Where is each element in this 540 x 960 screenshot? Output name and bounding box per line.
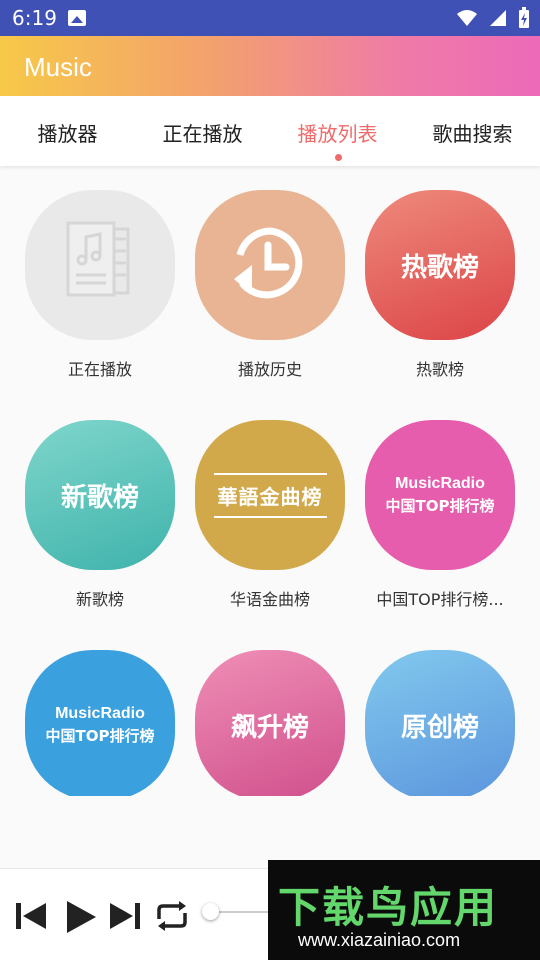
hot-chart-badge: 热歌榜 [365,190,515,340]
active-tab-indicator [335,154,342,161]
badge-text: 新歌榜 [60,482,139,513]
history-icon [195,190,345,340]
app-title: Music [24,52,92,82]
signal-icon [490,10,506,26]
music-radio-badge: MusicRadio 中国TOP排行榜 [365,420,515,570]
playlist-label: 正在播放 [67,360,132,379]
status-bar: 6:19 [0,0,540,36]
playlist-card-history[interactable]: 播放历史 [185,190,355,380]
watermark-title: 下载鸟应用 [278,883,499,932]
tab-bar: 播放器 正在播放 播放列表 歌曲搜索 [0,96,540,166]
music-doc-icon [25,190,175,340]
playlist-label: 华语金曲榜 [229,590,310,609]
badge-text: 飙升榜 [230,712,309,743]
previous-icon[interactable] [14,899,48,933]
play-icon[interactable] [64,899,98,935]
app-bar: Music [0,36,540,96]
repeat-icon[interactable] [154,899,190,933]
playlist-card-new[interactable]: 新歌榜 新歌榜 [15,420,185,610]
tab-song-search[interactable]: 歌曲搜索 [405,118,540,147]
tab-now-playing[interactable]: 正在播放 [135,118,270,147]
playlist-card-now-playing[interactable]: 正在播放 [15,190,185,380]
playlist-card-hot[interactable]: 热歌榜 热歌榜 [355,190,525,380]
wifi-icon [457,10,477,26]
badge-line2: 中国TOP排行榜 [385,496,495,515]
tab-playlist[interactable]: 播放列表 [270,118,405,147]
original-chart-badge: 原创榜 [365,650,515,796]
playlist-label: 中国TOP排行榜... [376,590,504,609]
playlist-card-chinese-gold[interactable]: 華語金曲榜 华语金曲榜 [185,420,355,610]
badge-line1: MusicRadio [395,474,485,492]
badge-line1: MusicRadio [55,704,145,722]
playlist-label: 热歌榜 [415,360,464,379]
playlist-label: 新歌榜 [75,590,124,609]
playlist-grid: 正在播放 播放历史 热歌榜 热歌榜 新歌榜 新歌榜 華語金曲榜 华语金曲榜 Mu… [0,166,540,796]
watermark-url: www.xiazainiao.com [298,930,461,950]
playlist-card-original[interactable]: 原创榜 [355,650,525,796]
badge-text: 華語金曲榜 [213,472,327,518]
playlist-card-music-radio[interactable]: MusicRadio 中国TOP排行榜 [15,650,185,796]
battery-icon [519,7,529,28]
next-icon[interactable] [108,899,142,933]
status-icons [456,7,530,29]
rising-chart-badge: 飙升榜 [195,650,345,796]
music-radio-badge: MusicRadio 中国TOP排行榜 [25,650,175,796]
badge-text: 原创榜 [400,712,479,743]
tab-player[interactable]: 播放器 [0,118,135,147]
new-chart-badge: 新歌榜 [25,420,175,570]
playlist-card-rising[interactable]: 飙升榜 [185,650,355,796]
badge-line2: 中国TOP排行榜 [45,726,155,745]
image-notification-icon [68,10,86,26]
watermark: 下载鸟应用 www.xiazainiao.com [268,860,540,960]
playlist-label: 播放历史 [237,360,302,379]
badge-text: 热歌榜 [400,252,479,283]
playlist-card-china-top[interactable]: MusicRadio 中国TOP排行榜 中国TOP排行榜... [355,420,525,610]
seek-thumb[interactable] [202,903,219,920]
chinese-gold-badge: 華語金曲榜 [195,420,345,570]
status-time: 6:19 [12,6,57,30]
